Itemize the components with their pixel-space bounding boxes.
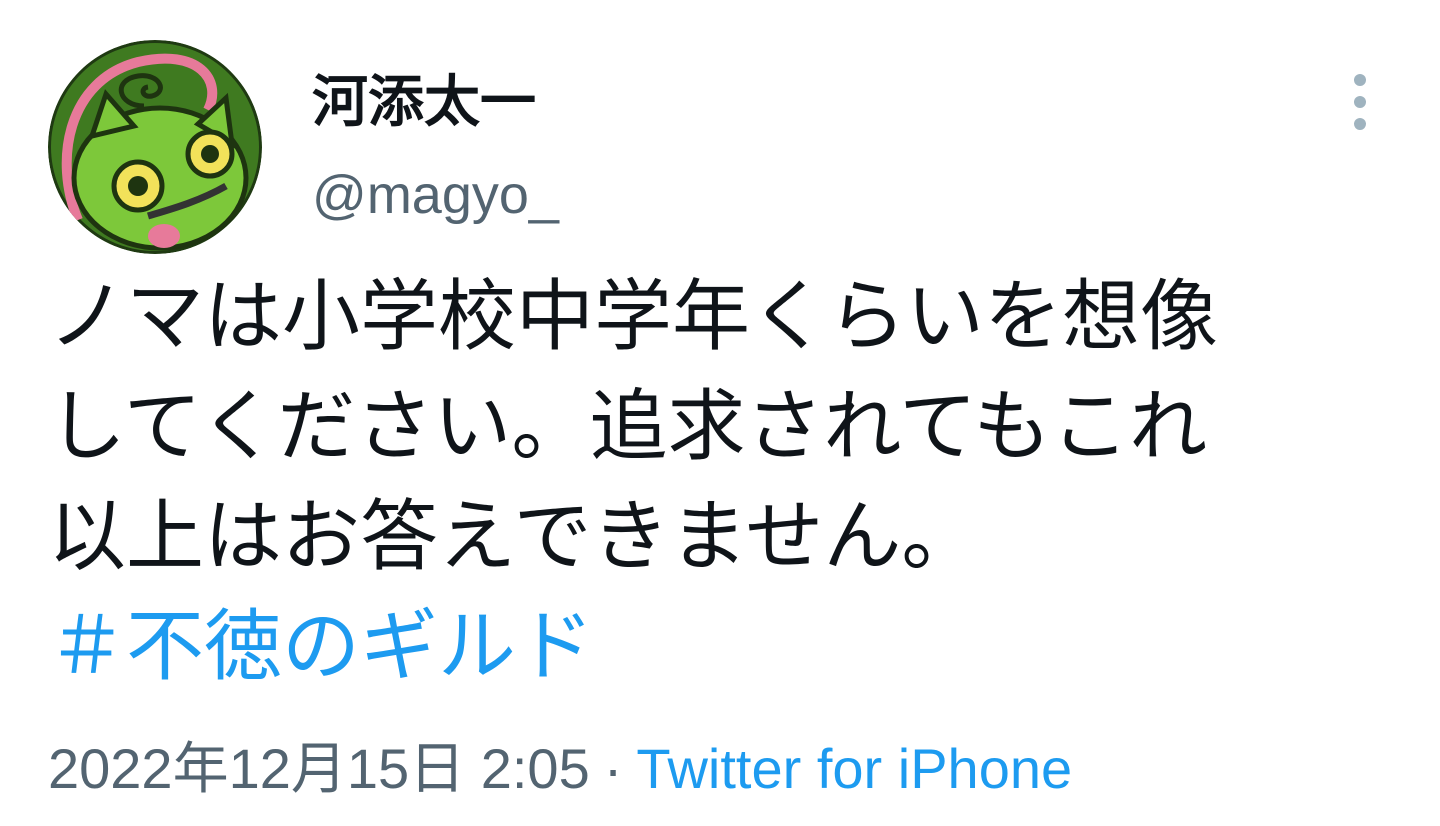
author-handle[interactable]: @magyo_ [312,162,559,228]
author-display-name[interactable]: 河添太一 [312,68,536,138]
hashtag-link[interactable]: ＃不徳のギルド [48,592,1393,702]
more-vertical-icon [1354,74,1366,130]
avatar[interactable] [48,40,262,254]
green-creature-avatar-icon [48,40,262,254]
tweet-source-link[interactable]: Twitter for iPhone [636,737,1072,800]
tweet-timestamp[interactable]: 2022年12月15日 2:05 [48,737,590,800]
tweet-text: ノマは小学校中学年くらいを想像 してください。追求されてもこれ 以上はお答えでき… [48,262,1393,702]
tweet-meta: 2022年12月15日 2:05 · Twitter for iPhone [48,734,1072,805]
tweet: 河添太一 @magyo_ ノマは小学校中学年くらいを想像 してください。追求され… [0,0,1440,826]
more-options-button[interactable] [1334,72,1386,136]
tweet-text-line: してください。追求されてもこれ [48,382,1208,472]
tweet-text-line: 以上はお答えできません。 [48,492,980,582]
tweet-text-line: ノマは小学校中学年くらいを想像 [48,272,1219,362]
meta-separator: · [603,737,623,800]
